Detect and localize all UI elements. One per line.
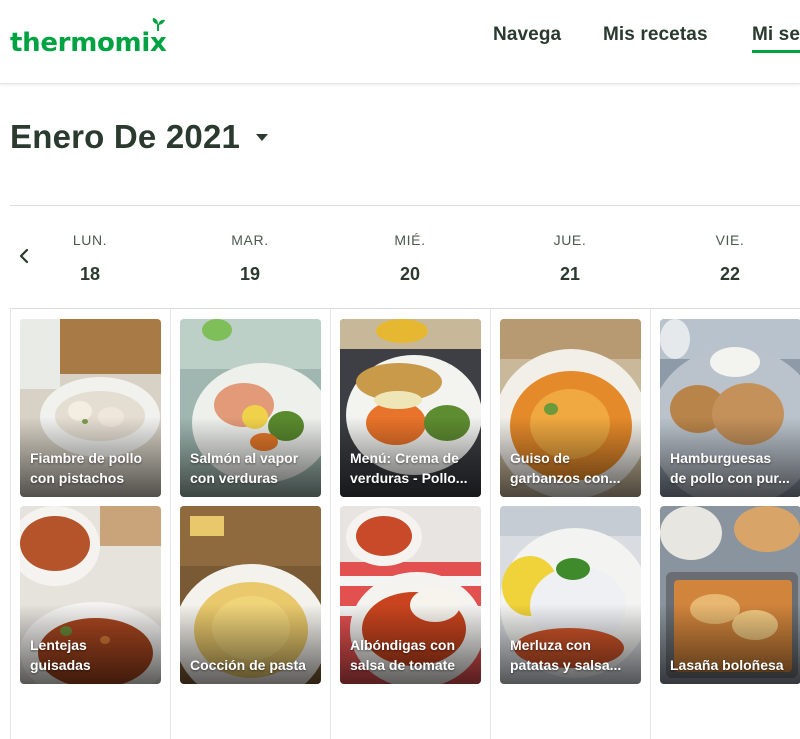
nav-mi-semana[interactable]: Mi se [752, 24, 800, 53]
week-calendar: LUN. 18 MAR. 19 MIÉ. 20 JUE. 21 VIE. 22 [10, 205, 800, 739]
day-name: MAR. [231, 232, 269, 248]
day-header-wed: MIÉ. 20 [330, 206, 490, 309]
day-header-thu: JUE. 21 [490, 206, 650, 309]
recipe-card[interactable]: Merluza con patatas y salsa... [500, 506, 641, 684]
top-navigation-bar: thermomix Navega Mis recetas Mi se [0, 0, 800, 84]
column-divider [330, 309, 331, 739]
day-number: 21 [559, 264, 581, 284]
recipe-title: Cocción de pasta [190, 657, 306, 673]
day-name: MIÉ. [394, 232, 426, 248]
day-header-fri: VIE. 22 [650, 206, 800, 309]
calendar-header: LUN. 18 MAR. 19 MIÉ. 20 JUE. 21 VIE. 22 [10, 206, 800, 309]
column-divider [170, 309, 171, 739]
column-divider [650, 309, 651, 739]
recipe-title: Lentejas guisadas [30, 637, 91, 673]
column-divider [10, 309, 11, 739]
nav-mis-recetas[interactable]: Mis recetas [603, 24, 708, 46]
recipe-card[interactable]: Cocción de pasta [180, 506, 321, 684]
recipe-title: Albóndigas con salsa de tomate [350, 637, 456, 673]
month-selector[interactable]: Enero De 2021 [10, 118, 269, 156]
nav-navega[interactable]: Navega [493, 24, 561, 46]
recipe-title: Guiso de garbanzos con... [510, 450, 621, 486]
recipe-card[interactable]: Lentejas guisadas [20, 506, 161, 684]
day-number: 22 [719, 264, 741, 284]
recipe-title: Lasaña boloñesa [670, 657, 784, 673]
recipe-card[interactable]: Albóndigas con salsa de tomate [340, 506, 481, 684]
recipe-card[interactable]: Salmón al vapor con verduras [180, 319, 321, 497]
recipe-card[interactable]: Guiso de garbanzos con... [500, 319, 641, 497]
day-number: 18 [79, 264, 101, 284]
recipe-card[interactable]: Fiambre de pollo con pistachos [20, 319, 161, 497]
day-name: JUE. [553, 232, 587, 248]
logo-text: thermomix [10, 28, 167, 58]
day-number: 19 [239, 264, 261, 284]
month-title: Enero De 2021 [10, 118, 241, 155]
recipe-title: Menú: Crema de verduras - Pollo... [350, 450, 468, 486]
recipe-card[interactable]: Lasaña boloñesa [660, 506, 800, 684]
recipe-title: Merluza con patatas y salsa... [510, 637, 622, 673]
day-header-mon: LUN. 18 [10, 206, 170, 309]
thermomix-logo[interactable]: thermomix [10, 18, 167, 58]
day-name: LUN. [72, 232, 108, 248]
recipe-card[interactable]: Hamburguesas de pollo con pur... [660, 319, 800, 497]
day-name: VIE. [715, 232, 745, 248]
recipe-card[interactable]: Menú: Crema de verduras - Pollo... [340, 319, 481, 497]
dropdown-caret-icon [256, 133, 269, 141]
column-divider [490, 309, 491, 739]
recipe-title: Fiambre de pollo con pistachos [30, 450, 143, 486]
day-number: 20 [399, 264, 421, 284]
recipe-title: Hamburguesas de pollo con pur... [670, 450, 790, 486]
recipe-title: Salmón al vapor con verduras [190, 450, 299, 486]
leaf-icon [152, 18, 165, 31]
day-header-tue: MAR. 19 [170, 206, 330, 309]
